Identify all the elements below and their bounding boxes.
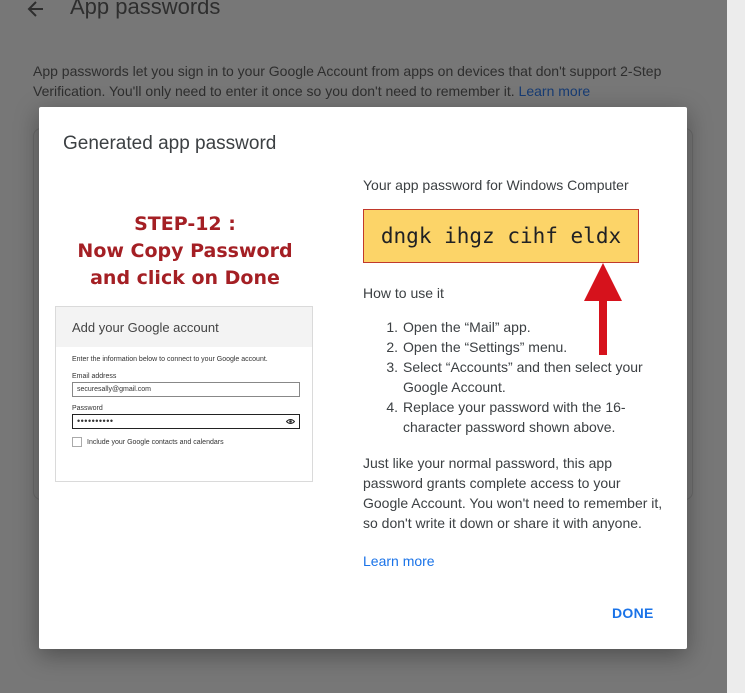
example-title: Add your Google account bbox=[56, 307, 312, 347]
dialog-title: Generated app password bbox=[63, 133, 277, 154]
example-password-label: Password bbox=[72, 405, 103, 412]
step-annotation: STEP-12 : Now Copy Password and click on… bbox=[63, 211, 307, 292]
step-number: 1. bbox=[386, 319, 398, 335]
scrollbar[interactable] bbox=[727, 0, 745, 693]
password-label: Your app password for Windows Computer bbox=[363, 177, 629, 193]
list-item: 3. Select “Accounts” and then select your… bbox=[363, 357, 663, 397]
step-text: Select “Accounts” and then select your G… bbox=[403, 359, 643, 395]
security-note: Just like your normal password, this app… bbox=[363, 455, 663, 531]
example-password-field: •••••••••• bbox=[72, 414, 300, 429]
page-title: App passwords bbox=[70, 0, 221, 19]
generated-password[interactable]: dngk ihgz cihf eldx bbox=[363, 209, 639, 263]
annotation-line-3: and click on Done bbox=[90, 267, 280, 289]
example-account-illustration: Add your Google account Enter the inform… bbox=[55, 306, 313, 482]
page-description: App passwords let you sign in to your Go… bbox=[33, 61, 693, 101]
step-number: 3. bbox=[386, 359, 398, 375]
checkbox-icon bbox=[72, 437, 82, 447]
example-email-field: securesally@gmail.com bbox=[72, 382, 300, 397]
list-item: 4. Replace your password with the 16-char… bbox=[363, 397, 663, 437]
back-arrow-icon[interactable] bbox=[26, 0, 46, 19]
pointer-arrow-icon bbox=[584, 263, 622, 355]
generated-password-dialog: Generated app password STEP-12 : Now Cop… bbox=[39, 107, 687, 649]
example-password-value: •••••••••• bbox=[77, 416, 114, 426]
step-number: 4. bbox=[386, 399, 398, 415]
example-contacts-checkbox: Include your Google contacts and calenda… bbox=[72, 437, 300, 447]
step-text: Replace your password with the 16-charac… bbox=[403, 399, 626, 435]
step-number: 2. bbox=[386, 339, 398, 355]
example-email-label: Email address bbox=[72, 373, 117, 380]
learn-more-link[interactable]: Learn more bbox=[363, 553, 435, 569]
done-button[interactable]: DONE bbox=[612, 605, 654, 621]
annotation-line-2: Now Copy Password bbox=[77, 240, 293, 262]
page-header: App passwords bbox=[26, 0, 220, 20]
eye-icon bbox=[286, 419, 295, 424]
example-checkbox-label: Include your Google contacts and calenda… bbox=[87, 438, 224, 446]
example-instructions: Enter the information below to connect t… bbox=[72, 356, 268, 363]
background-learn-more-link[interactable]: Learn more bbox=[519, 83, 591, 99]
annotation-line-1: STEP-12 : bbox=[134, 213, 236, 235]
how-to-title: How to use it bbox=[363, 285, 444, 301]
